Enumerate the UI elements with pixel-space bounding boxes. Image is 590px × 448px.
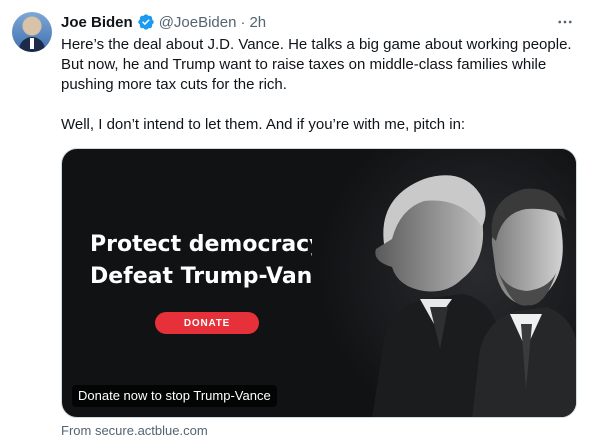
avatar-shirt <box>30 38 34 49</box>
verified-badge-icon <box>138 14 154 30</box>
more-button[interactable] <box>554 12 576 32</box>
author-handle[interactable]: @JoeBiden <box>159 14 237 31</box>
timestamp[interactable]: 2h <box>249 14 266 31</box>
card-headline: Protect democracy. Defeat Trump-Vance. <box>90 229 349 293</box>
author-name[interactable]: Joe Biden <box>61 14 133 31</box>
donate-button[interactable]: DONATE <box>155 312 259 334</box>
tweet-text: Here’s the deal about J.D. Vance. He tal… <box>61 35 576 135</box>
separator-dot: · <box>240 13 246 31</box>
more-horizontal-icon <box>558 20 572 24</box>
card-caption: Donate now to stop Trump-Vance <box>72 385 277 407</box>
avatar[interactable] <box>12 12 52 52</box>
link-card[interactable]: Protect democracy. Defeat Trump-Vance. D… <box>61 148 577 418</box>
tweet-header: Joe Biden @JoeBiden · 2h <box>61 12 266 32</box>
tweet-paragraph-2: Well, I don’t intend to let them. And if… <box>61 116 466 133</box>
card-headline-line-1: Protect democracy. <box>90 232 330 257</box>
tweet[interactable]: Joe Biden @JoeBiden · 2h Here’s the deal… <box>0 0 590 448</box>
candidates-photo <box>312 149 576 417</box>
card-source-link[interactable]: From secure.actblue.com <box>61 423 208 438</box>
tweet-paragraph-1: Here’s the deal about J.D. Vance. He tal… <box>61 36 572 93</box>
card-headline-line-2: Defeat Trump-Vance. <box>90 264 349 289</box>
